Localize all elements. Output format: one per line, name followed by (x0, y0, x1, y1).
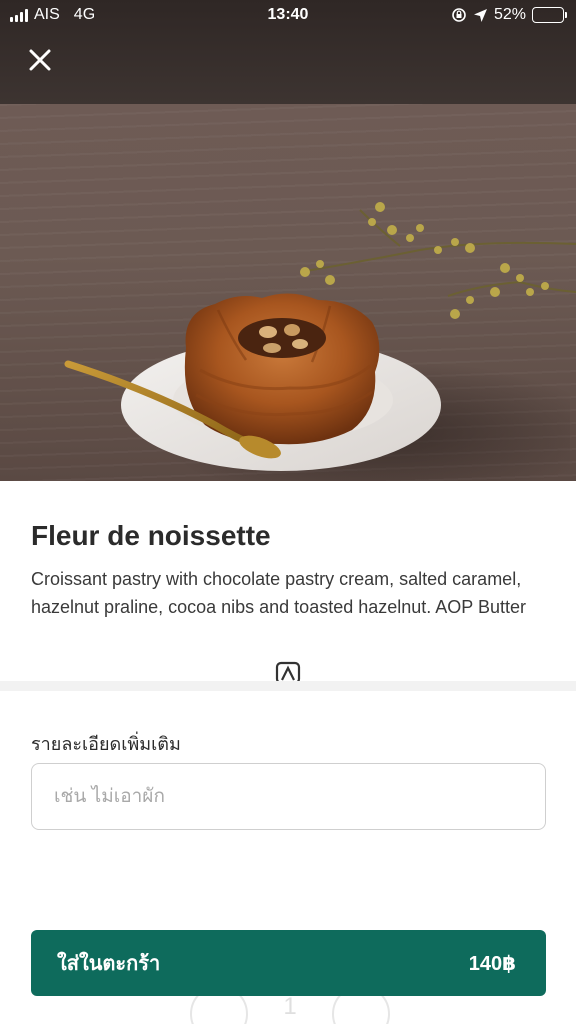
notes-label: รายละเอียดเพิ่มเติม (31, 734, 181, 754)
section-divider (0, 681, 576, 691)
close-button[interactable] (22, 42, 58, 78)
battery-percent: 52% (493, 6, 526, 23)
orientation-lock-icon (452, 8, 466, 22)
product-description: Croissant pastry with chocolate pastry c… (31, 569, 526, 617)
status-bar: AIS 4G 13:40 52% (0, 0, 576, 30)
product-image (0, 0, 576, 481)
notes-input[interactable] (31, 763, 546, 830)
cart-price: 140฿ (468, 952, 516, 975)
pastry-illustration (64, 202, 576, 471)
add-to-cart-label: ใส่ในตะกร้า (57, 953, 161, 975)
add-to-cart-button[interactable]: ใส่ในตะกร้า 140฿ (31, 930, 546, 996)
close-icon (29, 49, 51, 71)
location-arrow-icon (473, 8, 487, 22)
battery-icon (532, 7, 567, 23)
product-name: Fleur de noissette (31, 520, 271, 551)
